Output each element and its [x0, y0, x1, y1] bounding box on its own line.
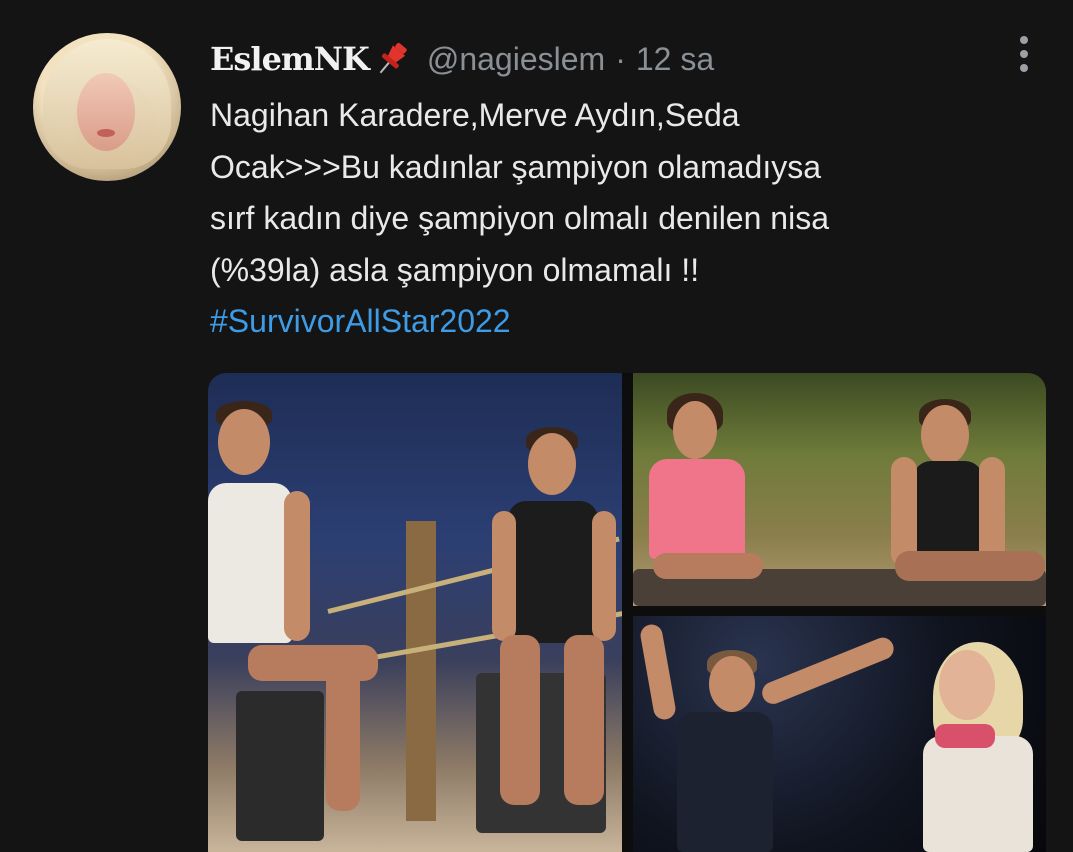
tweet-text-line: Ocak>>>Bu kadınlar şampiyon olamadıysa — [210, 148, 821, 185]
user-handle[interactable]: @nagieslem — [427, 41, 605, 78]
tweet-text-line: (%39la) asla şampiyon olmamalı !! — [210, 251, 700, 288]
photo-2[interactable] — [633, 373, 1046, 606]
tweet-header: EslemNK @nagieslem · 12 sa — [210, 36, 714, 82]
media-grid — [208, 373, 1046, 852]
pushpin-icon — [371, 38, 413, 80]
timestamp[interactable]: 12 sa — [636, 41, 714, 78]
display-name[interactable]: EslemNK — [210, 40, 370, 78]
avatar-face — [77, 73, 135, 151]
photo-3[interactable] — [633, 616, 1046, 852]
hashtag-link[interactable]: #SurvivorAllStar2022 — [210, 296, 1050, 348]
avatar-lips — [97, 129, 115, 137]
tweet-text-line: sırf kadın diye şampiyon olmalı denilen … — [210, 200, 829, 236]
tweet-text-line: Nagihan Karadere,Merve Aydın,Seda — [210, 97, 740, 133]
photo-1[interactable] — [208, 373, 622, 852]
tweet-text: Nagihan Karadere,Merve Aydın,Seda Ocak>>… — [210, 90, 1050, 348]
more-vertical-icon[interactable] — [1012, 36, 1036, 72]
avatar[interactable] — [33, 33, 181, 181]
separator-dot: · — [615, 40, 626, 77]
